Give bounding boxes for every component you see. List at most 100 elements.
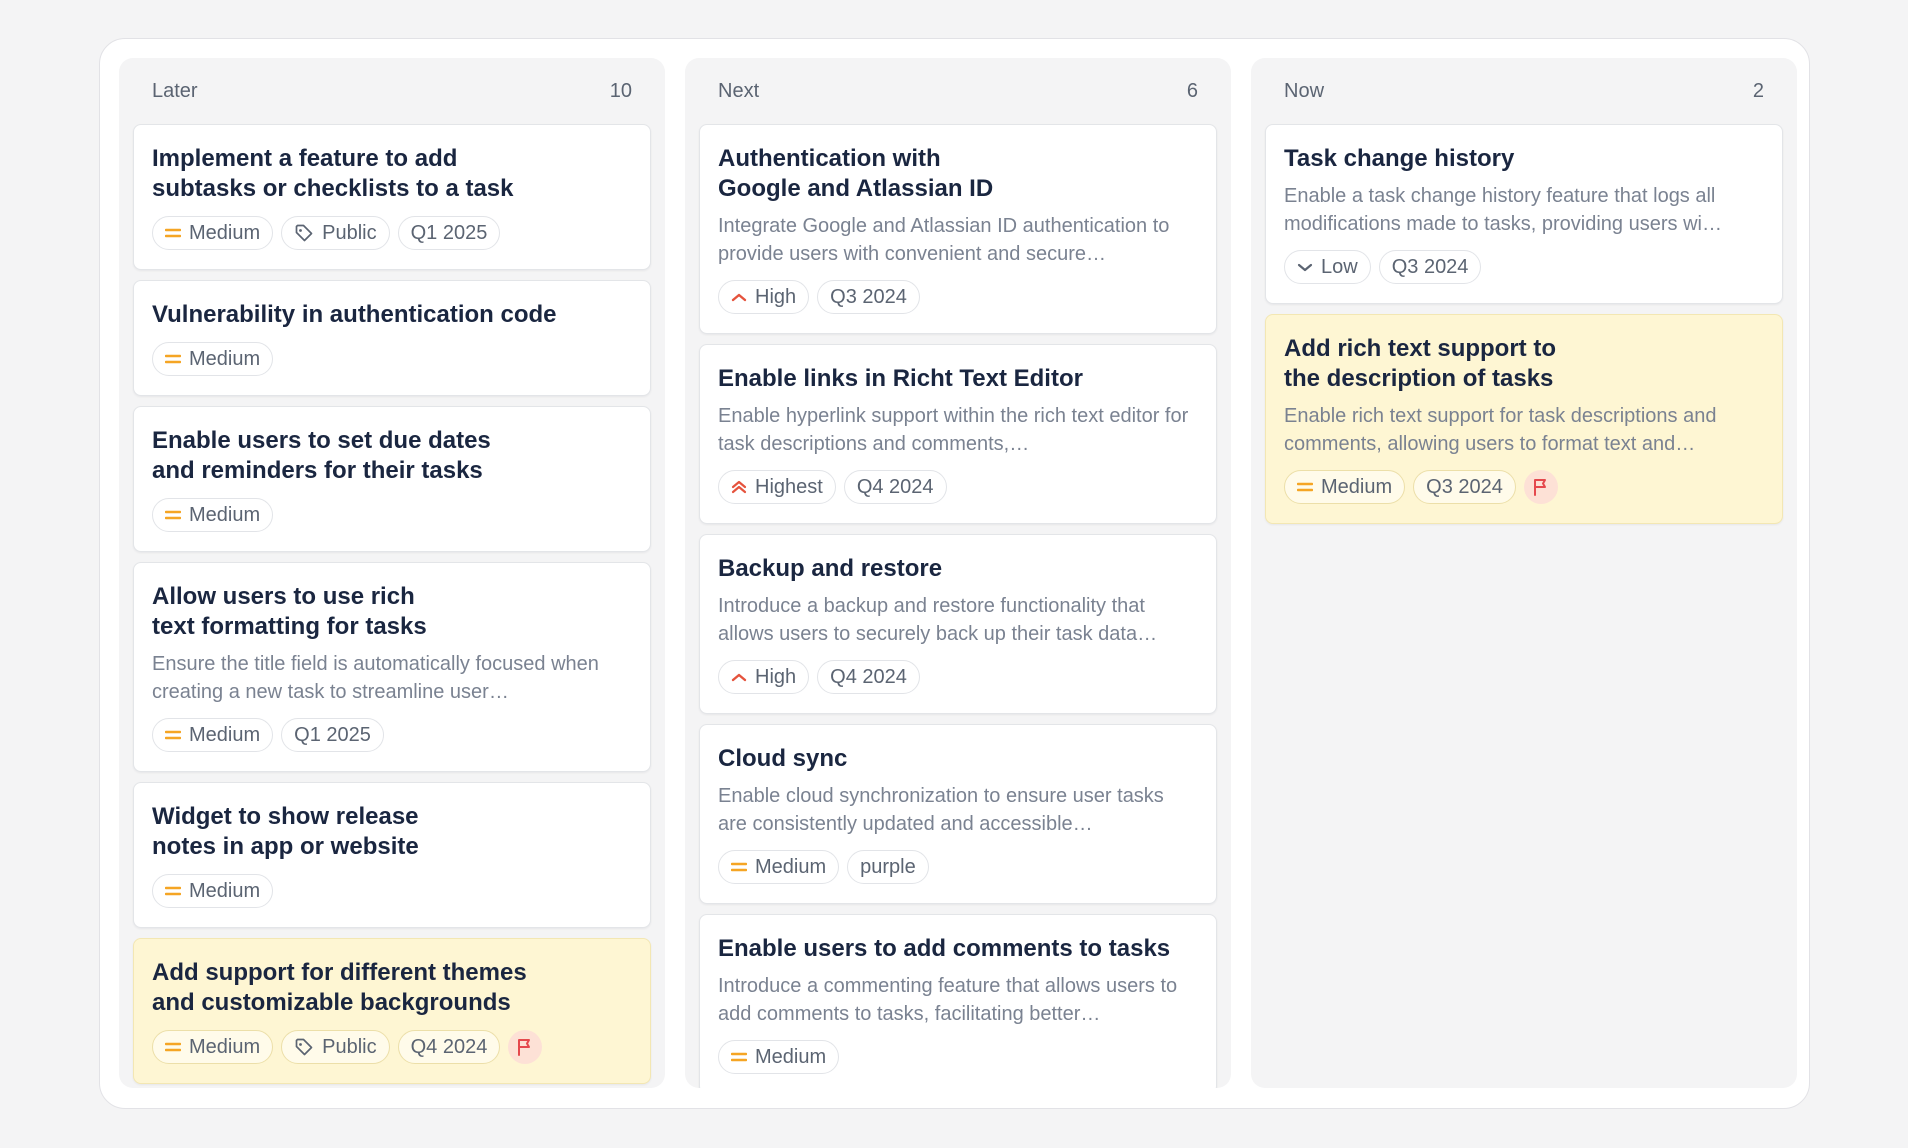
card-title: Enable users to add comments to tasks — [718, 935, 1171, 962]
card-description: Enable cloud synchronization to ensure u… — [718, 785, 1164, 835]
tag-icon — [295, 1038, 313, 1056]
card-title: Add rich text support to the description… — [1284, 335, 1556, 392]
quarter-badge: Q4 2024 — [397, 1030, 501, 1064]
visibility-badge: Public — [281, 1030, 390, 1064]
task-card[interactable]: Enable users to set due dates and remind… — [133, 406, 651, 552]
label-badge: purple — [847, 850, 929, 884]
card-title: Task change history — [1284, 145, 1515, 172]
priority-label: Medium — [1321, 475, 1393, 498]
double-chevron-up-icon — [731, 480, 747, 494]
chevron-down-icon — [1297, 263, 1313, 272]
priority-label: Low — [1321, 255, 1358, 278]
card-description: Introduce a commenting feature that allo… — [718, 975, 1178, 1025]
card-description: Ensure the title field is automatically … — [152, 653, 599, 703]
priority-badge: Medium — [152, 1030, 274, 1064]
card-description: Enable a task change history feature tha… — [1284, 185, 1722, 235]
column-title: Now — [1284, 79, 1325, 102]
priority-badge: Medium — [152, 216, 274, 250]
priority-label: Medium — [189, 1035, 261, 1058]
priority-badge: Medium — [718, 850, 840, 884]
flag-icon — [518, 1039, 531, 1056]
priority-label: Medium — [755, 855, 827, 878]
task-card-flagged[interactable]: Add rich text support to the description… — [1265, 314, 1783, 524]
equals-icon — [165, 510, 181, 520]
board-frame: Later 10 Implement a feature to add subt… — [99, 38, 1810, 1109]
priority-label: High — [755, 665, 797, 688]
card-title: Enable users to set due dates and remind… — [152, 427, 491, 484]
priority-label: Medium — [189, 879, 261, 902]
card-title: Authentication with Google and Atlassian… — [718, 145, 994, 202]
card-title: Enable links in Richt Text Editor — [718, 365, 1083, 392]
equals-icon — [731, 862, 747, 872]
card-description: Introduce a backup and restore functiona… — [718, 595, 1158, 645]
tag-label: Public — [322, 1035, 377, 1058]
card-title: Cloud sync — [718, 745, 848, 772]
column-next: Next 6 Authentication with Google and At… — [685, 58, 1231, 1088]
priority-label: Medium — [189, 347, 261, 370]
priority-label: High — [755, 285, 797, 308]
card-title: Widget to show release notes in app or w… — [152, 803, 419, 860]
column-header: Now 2 — [1265, 58, 1783, 124]
quarter-badge: Q3 2024 — [817, 280, 920, 314]
quarter-badge: Q4 2024 — [843, 470, 947, 504]
quarter-badge: Q3 2024 — [1378, 250, 1482, 284]
column-count: 10 — [609, 79, 632, 102]
task-card[interactable]: Implement a feature to add subtasks or c… — [133, 124, 651, 270]
priority-badge: Medium — [1284, 470, 1406, 504]
column-later: Later 10 Implement a feature to add subt… — [119, 58, 665, 1088]
column-title: Later — [152, 79, 198, 102]
equals-icon — [1297, 482, 1313, 492]
column-header: Later 10 — [133, 58, 651, 124]
priority-label: Medium — [189, 221, 261, 244]
priority-badge: Medium — [152, 342, 274, 376]
kanban-board: Later 10 Implement a feature to add subt… — [119, 58, 1797, 1088]
quarter-badge: Q1 2025 — [281, 718, 384, 752]
card-description: Enable hyperlink support within the rich… — [718, 405, 1189, 455]
priority-label: Medium — [189, 503, 261, 526]
task-card[interactable]: Enable users to add comments to tasks In… — [699, 914, 1217, 1088]
chevron-up-icon — [731, 673, 747, 682]
equals-icon — [165, 354, 181, 364]
tag-label: Public — [322, 221, 377, 244]
task-card-flagged[interactable]: Add support for different themes and cus… — [133, 938, 651, 1084]
equals-icon — [165, 1042, 181, 1052]
task-card[interactable]: Task change history Enable a task change… — [1265, 124, 1783, 304]
priority-badge: Low — [1284, 250, 1371, 284]
quarter-badge: Q3 2024 — [1413, 470, 1516, 504]
priority-badge: Medium — [152, 874, 274, 908]
equals-icon — [731, 1052, 747, 1062]
flag-button[interactable] — [508, 1030, 543, 1064]
column-count: 6 — [1186, 79, 1198, 102]
quarter-badge: Q1 2025 — [397, 216, 501, 250]
equals-icon — [165, 228, 181, 238]
priority-badge: Medium — [152, 498, 274, 532]
priority-badge: High — [718, 280, 810, 314]
task-card[interactable]: Authentication with Google and Atlassian… — [699, 124, 1217, 334]
priority-badge: Medium — [718, 1040, 840, 1074]
column-title: Next — [718, 79, 760, 102]
task-card[interactable]: Backup and restore Introduce a backup an… — [699, 534, 1217, 714]
task-card[interactable]: Widget to show release notes in app or w… — [133, 782, 651, 928]
priority-badge: Medium — [152, 718, 274, 752]
card-title: Backup and restore — [718, 555, 943, 582]
flag-button[interactable] — [1523, 470, 1558, 504]
tag-icon — [295, 224, 313, 242]
priority-label: Highest — [755, 475, 823, 498]
equals-icon — [165, 886, 181, 896]
column-count: 2 — [1752, 79, 1764, 102]
priority-label: Medium — [755, 1045, 827, 1068]
card-title: Add support for different themes and cus… — [152, 959, 527, 1016]
column-now: Now 2 Task change history Enable a task … — [1251, 58, 1797, 1088]
quarter-badge: Q4 2024 — [817, 660, 920, 694]
task-card[interactable]: Vulnerability in authentication code Med… — [133, 280, 651, 396]
task-card[interactable]: Cloud sync Enable cloud synchronization … — [699, 724, 1217, 904]
task-card[interactable]: Allow users to use rich text formatting … — [133, 562, 651, 772]
visibility-badge: Public — [281, 216, 390, 250]
task-card[interactable]: Enable links in Richt Text Editor Enable… — [699, 344, 1217, 524]
priority-badge: High — [718, 660, 810, 694]
priority-label: Medium — [189, 723, 261, 746]
chevron-up-icon — [731, 293, 747, 302]
card-title: Vulnerability in authentication code — [152, 301, 557, 328]
column-header: Next 6 — [699, 58, 1217, 124]
priority-badge: Highest — [718, 470, 836, 504]
